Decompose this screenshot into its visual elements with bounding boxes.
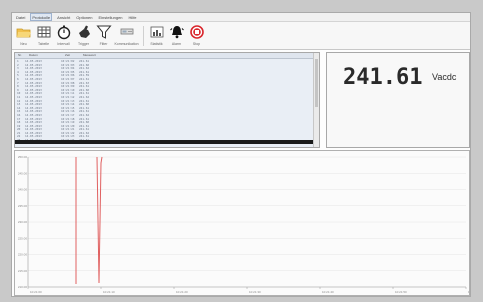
menu-item-0[interactable]: Datei (15, 13, 26, 21)
toolbar-label: Trigger (78, 42, 89, 46)
column-header-value[interactable]: Messwert (80, 53, 105, 58)
column-header-time[interactable]: Zeit (62, 53, 80, 58)
y-tick-label: 220.00 (18, 253, 28, 257)
toolbar-button-new[interactable]: Neu (14, 22, 33, 48)
toolbar-button-alarm[interactable]: Alarm (167, 22, 186, 48)
y-tick-label: 215.00 (18, 269, 28, 273)
menu-item-4[interactable]: Einstellungen (98, 13, 124, 21)
menu-item-1[interactable]: Protokolle (30, 13, 53, 21)
column-header-nr[interactable]: Nr. (15, 53, 26, 58)
log-table-body: 1 14.05.2013 10:21:02 241.61 2 14.05.2013 10:2… (15, 59, 319, 143)
toolbar-label: Neu (20, 42, 27, 46)
toolbar-label: Filter (99, 42, 108, 46)
x-tick-label: 10:21:20 (176, 290, 188, 294)
menu-item-3[interactable]: Optionen (75, 13, 93, 21)
log-scrollbar-thumb[interactable] (315, 59, 318, 107)
measurement-display: 241.61 Vacdc (326, 52, 470, 148)
toolbar-label: Kommunikation (114, 42, 139, 46)
menu-item-2[interactable]: Ansicht (56, 13, 71, 21)
toolbar-button-trigger[interactable]: Trigger (74, 22, 93, 48)
hand-pointer-icon (78, 25, 90, 38)
log-scrollbar[interactable] (313, 53, 319, 147)
x-tick-label: 10:22:00 (468, 290, 469, 294)
measurement-unit: Vacdc (432, 72, 457, 82)
toolbar-label: Intervall (57, 42, 70, 46)
stop-icon (189, 25, 204, 39)
toolbar-button-interval[interactable]: Intervall (54, 22, 73, 48)
menu-bar: Datei Protokolle Ansicht Optionen Einste… (12, 13, 470, 22)
toolbar-button-stop[interactable]: Stop (187, 22, 206, 48)
toolbar-button-filter[interactable]: Filter (94, 22, 113, 48)
log-table[interactable]: Nr. Datum Zeit Messwert 1 14.05.2013 10:21… (14, 52, 320, 148)
x-tick-label: 10:21:00 (30, 290, 42, 294)
toolbar-button-table[interactable]: Tabelle (34, 22, 53, 48)
toolbar-label: Stop (192, 42, 201, 46)
x-tick-label: 10:21:50 (395, 290, 407, 294)
app-window: Datei Protokolle Ansicht Optionen Einste… (11, 12, 471, 297)
toolbar-button-statistics[interactable]: Statistik (147, 22, 166, 48)
stopwatch-icon (57, 25, 70, 40)
table-icon (37, 26, 50, 38)
y-tick-label: 240.00 (18, 188, 28, 192)
funnel-icon (95, 25, 112, 39)
trend-chart[interactable]: 250.00 245.00 240.00 235.00 230.00 225.00 220.… (14, 150, 470, 296)
toolbar-separator (143, 26, 144, 46)
y-tick-label: 250.00 (18, 155, 28, 159)
y-tick-label: 245.00 (18, 171, 28, 175)
trend-chart-plot: 250.00 245.00 240.00 235.00 230.00 225.00 220.… (18, 155, 469, 294)
trace-line (96, 156, 103, 284)
log-status-bar (15, 140, 319, 144)
x-tick-label: 10:21:40 (322, 290, 334, 294)
column-header-date[interactable]: Datum (26, 53, 62, 58)
measurement-value: 241.61 (343, 65, 423, 90)
y-tick-label: 225.00 (18, 236, 28, 240)
toolbar-label: Tabelle (37, 42, 50, 46)
menu-item-5[interactable]: Hilfe (128, 13, 138, 21)
x-tick-label: 10:21:30 (249, 290, 261, 294)
chart-icon (150, 26, 163, 38)
toolbar-button-communication[interactable]: Kommunikation (114, 22, 139, 48)
y-tick-label: 230.00 (18, 220, 28, 224)
x-tick-label: 10:21:10 (103, 290, 115, 294)
toolbar: Neu Tabelle Intervall Trigger Filter Kom… (12, 22, 470, 50)
y-tick-label: 235.00 (18, 204, 28, 208)
toolbar-label: Alarm (171, 42, 182, 46)
device-icon (120, 28, 133, 35)
folder-open-icon (16, 28, 31, 38)
toolbar-label: Statistik (150, 42, 163, 46)
bell-icon (169, 26, 184, 39)
y-tick-label: 210.00 (18, 285, 28, 289)
